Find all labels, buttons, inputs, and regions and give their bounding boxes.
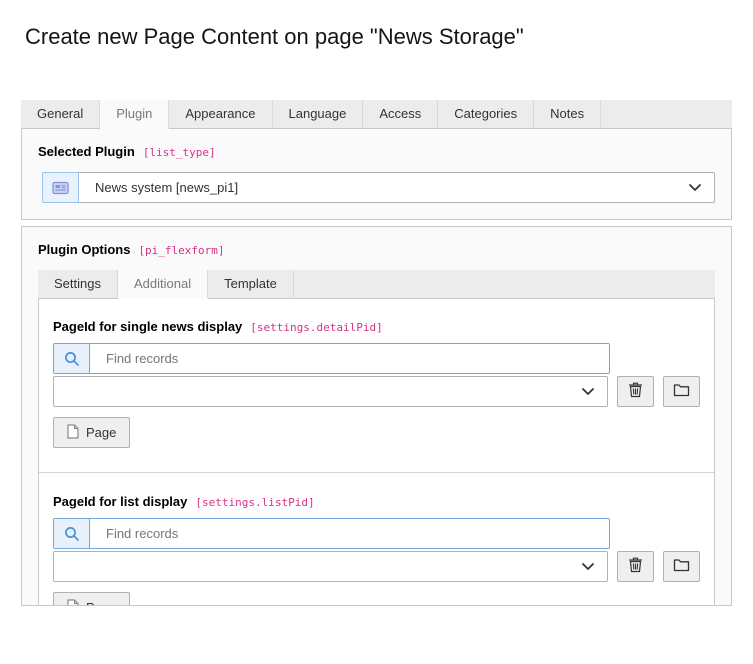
plugin-options-inner-panel: PageId for single news display [settings.…: [38, 299, 715, 606]
page-icon: [67, 599, 79, 607]
plugin-options-sub-tab-bar: Settings Additional Template: [38, 270, 715, 299]
selected-plugin-value: News system [news_pi1]: [95, 180, 688, 195]
new-page-relation-button[interactable]: Page: [53, 592, 130, 606]
folder-icon: [673, 383, 690, 400]
detail-pid-select-row: [53, 376, 700, 407]
browse-records-button[interactable]: [663, 376, 700, 407]
newspaper-icon: [42, 172, 79, 203]
folder-icon: [673, 558, 690, 575]
form-container: General Plugin Appearance Language Acces…: [21, 100, 732, 606]
tab-language[interactable]: Language: [273, 100, 364, 128]
browse-records-button[interactable]: [663, 551, 700, 582]
selected-plugin-code: [list_type]: [143, 146, 216, 159]
list-pid-label: PageId for list display: [53, 494, 187, 509]
detail-pid-select[interactable]: [53, 376, 608, 407]
selected-plugin-label: Selected Plugin: [38, 144, 135, 159]
tab-categories[interactable]: Categories: [438, 100, 534, 128]
tab-appearance[interactable]: Appearance: [169, 100, 272, 128]
page-icon: [67, 424, 79, 442]
trash-icon: [628, 557, 643, 576]
selected-plugin-select[interactable]: News system [news_pi1]: [79, 172, 715, 203]
subtab-additional[interactable]: Additional: [118, 270, 208, 299]
tab-access[interactable]: Access: [363, 100, 438, 128]
detail-pid-label: PageId for single news display: [53, 319, 242, 334]
field-group-list-pid: PageId for list display [settings.listPid…: [53, 473, 700, 606]
tab-notes[interactable]: Notes: [534, 100, 601, 128]
plugin-options-section: Plugin Options [pi_flexform] Settings Add…: [21, 226, 732, 606]
detail-pid-search-input[interactable]: [90, 344, 609, 373]
chevron-down-icon: [581, 383, 595, 401]
search-icon: [54, 344, 90, 373]
delete-button[interactable]: [617, 376, 654, 407]
field-group-detail-pid: PageId for single news display [settings.…: [53, 318, 700, 448]
page-button-label: Page: [86, 425, 116, 440]
subtab-template[interactable]: Template: [208, 270, 294, 298]
subtab-settings[interactable]: Settings: [38, 270, 118, 298]
plugin-options-label-row: Plugin Options [pi_flexform]: [38, 241, 715, 259]
new-page-relation-button[interactable]: Page: [53, 417, 130, 448]
list-pid-search-group: [53, 518, 610, 549]
list-pid-search-input[interactable]: [90, 519, 609, 548]
selected-plugin-label-row: Selected Plugin [list_type]: [38, 143, 715, 161]
chevron-down-icon: [581, 558, 595, 576]
main-tab-bar: General Plugin Appearance Language Acces…: [21, 100, 732, 129]
page-title: Create new Page Content on page "News St…: [25, 24, 753, 50]
list-pid-select-row: [53, 551, 700, 582]
list-pid-select[interactable]: [53, 551, 608, 582]
detail-pid-code: [settings.detailPid]: [250, 321, 382, 334]
list-pid-code: [settings.listPid]: [195, 496, 314, 509]
chevron-down-icon: [688, 180, 702, 195]
page-button-label: Page: [86, 600, 116, 606]
detail-pid-search-group: [53, 343, 610, 374]
selected-plugin-section: Selected Plugin [list_type] News system […: [21, 129, 732, 220]
tab-general[interactable]: General: [21, 100, 100, 128]
plugin-options-code: [pi_flexform]: [138, 244, 224, 257]
detail-pid-label-row: PageId for single news display [settings.…: [53, 318, 700, 336]
search-icon: [54, 519, 90, 548]
selected-plugin-select-group: News system [news_pi1]: [42, 172, 715, 203]
plugin-options-label: Plugin Options: [38, 242, 130, 257]
tab-plugin[interactable]: Plugin: [100, 100, 169, 129]
trash-icon: [628, 382, 643, 401]
delete-button[interactable]: [617, 551, 654, 582]
list-pid-label-row: PageId for list display [settings.listPid…: [53, 493, 700, 511]
